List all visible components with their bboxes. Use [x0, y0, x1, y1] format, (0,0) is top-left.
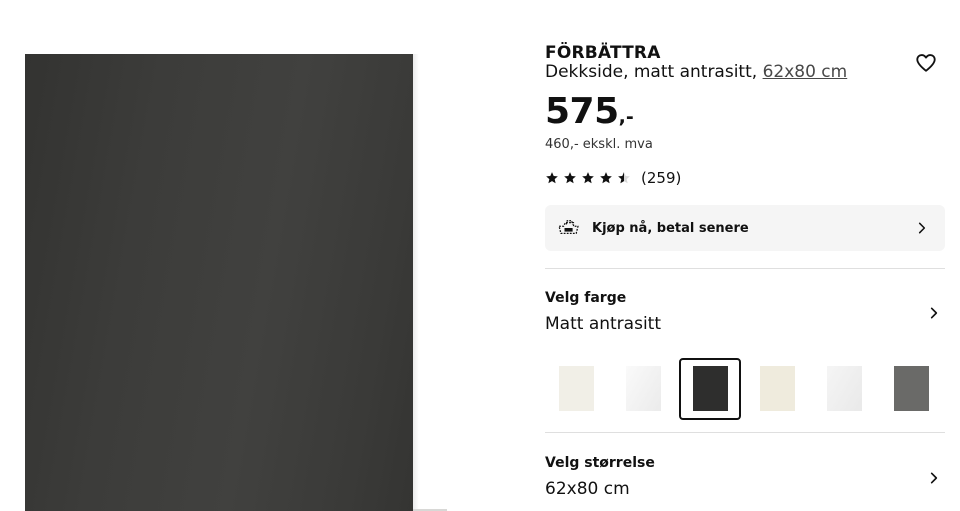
swatch-chip [626, 366, 661, 411]
star-full-icon [564, 172, 576, 184]
color-swatch-grey[interactable] [880, 358, 942, 420]
star-full-icon [546, 172, 558, 184]
product-size-link[interactable]: 62x80 cm [763, 62, 848, 82]
product-description: Dekkside, matt antrasitt, 62x80 cm [545, 62, 847, 82]
product-image[interactable] [25, 54, 413, 511]
selected-size-value: 62x80 cm [545, 479, 630, 499]
price: 575,- [545, 91, 634, 132]
color-swatches [545, 358, 945, 420]
divider [545, 268, 945, 269]
swatch-chip [827, 366, 862, 411]
color-swatch-white-gloss[interactable] [612, 358, 674, 420]
star-half-icon [618, 172, 630, 184]
color-swatch-beige[interactable] [746, 358, 808, 420]
review-count[interactable]: (259) [641, 169, 681, 187]
chevron-right-icon [918, 222, 926, 234]
product-image-shadow [413, 54, 419, 511]
product-description-text: Dekkside, matt antrasitt, [545, 62, 758, 82]
swatch-chip [894, 366, 929, 411]
choose-size-row[interactable]: Velg størrelse 62x80 cm [545, 455, 945, 505]
color-swatch-matt-anthracite[interactable] [679, 358, 741, 420]
price-excl-vat: 460,- ekskl. mva [545, 137, 653, 152]
pay-later-label: Kjøp nå, betal senere [592, 220, 749, 236]
choose-size-label: Velg størrelse [545, 455, 655, 471]
divider [545, 432, 945, 433]
chevron-right-icon [930, 307, 938, 319]
color-swatch-off-white[interactable] [545, 358, 607, 420]
klarna-pay-later-icon [558, 220, 579, 235]
product-name: FÖRBÄTTRA [545, 43, 661, 63]
choose-color-label: Velg farge [545, 290, 627, 306]
swatch-chip [693, 366, 728, 411]
star-full-icon [600, 172, 612, 184]
pay-later-banner[interactable]: Kjøp nå, betal senere [545, 205, 945, 251]
price-integer: 575 [545, 91, 619, 132]
price-decimal: ,- [618, 106, 634, 128]
choose-color-row[interactable]: Velg farge Matt antrasitt [545, 290, 945, 340]
swatch-chip [760, 366, 795, 411]
star-full-icon [582, 172, 594, 184]
favorite-heart-icon[interactable] [915, 52, 937, 74]
selected-color-value: Matt antrasitt [545, 314, 661, 334]
rating[interactable]: (259) [545, 168, 681, 188]
swatch-chip [559, 366, 594, 411]
color-swatch-light-grey-white[interactable] [813, 358, 875, 420]
chevron-right-icon [930, 472, 938, 484]
